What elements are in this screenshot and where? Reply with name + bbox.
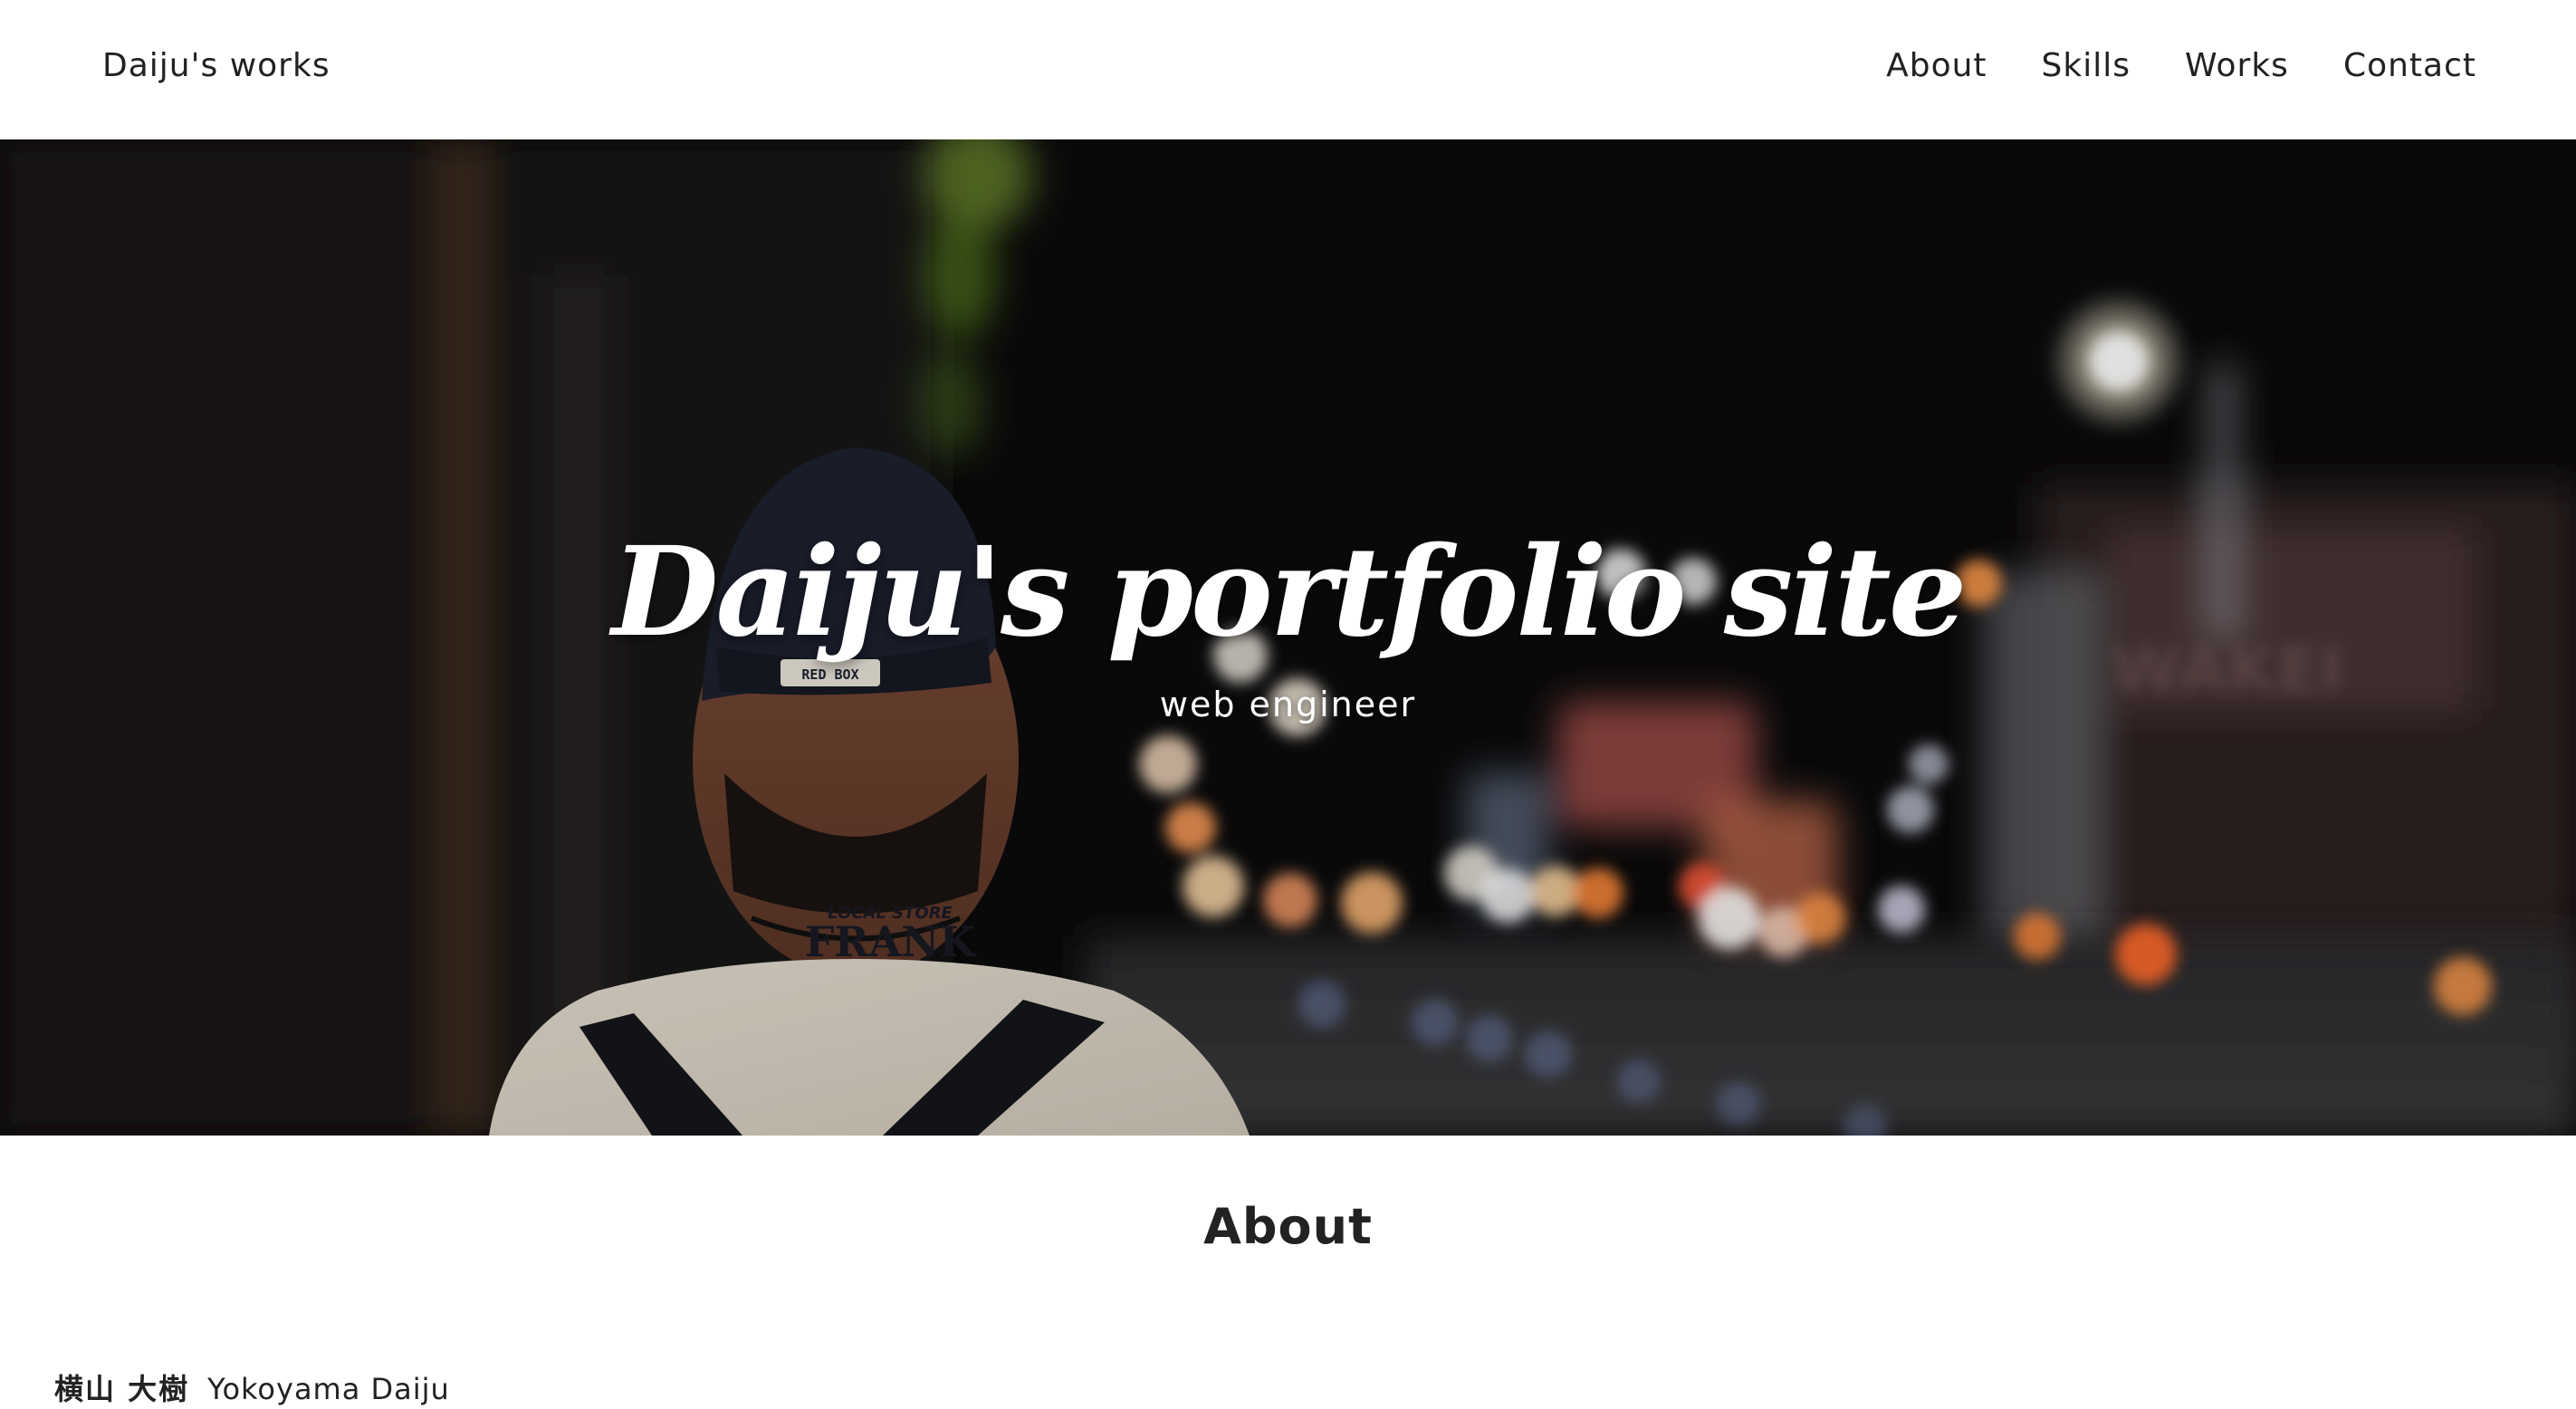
hero-subtitle: web engineer: [1159, 685, 1417, 724]
hero-title: Daiju's portfolio site: [611, 520, 1968, 665]
brand-link[interactable]: Daiju's works: [102, 45, 330, 87]
name-japanese: 横山 大樹: [54, 1372, 190, 1406]
site-header: Daiju's works About Skills Works Contact: [0, 0, 2576, 139]
name-english: Yokoyama Daiju: [207, 1372, 450, 1406]
nav-link-skills[interactable]: Skills: [2042, 45, 2131, 87]
nav-link-contact[interactable]: Contact: [2343, 45, 2476, 87]
hero-section: RED BOX LOCAL STORE FRANK WAKEI Daiju's …: [0, 139, 2576, 1136]
about-name: 横山 大樹 Yokoyama Daiju: [54, 1369, 450, 1409]
main-nav: About Skills Works Contact: [1832, 45, 2476, 87]
about-heading: About: [1203, 1198, 1373, 1255]
nav-link-works[interactable]: Works: [2185, 45, 2289, 87]
nav-link-about[interactable]: About: [1886, 45, 1987, 87]
